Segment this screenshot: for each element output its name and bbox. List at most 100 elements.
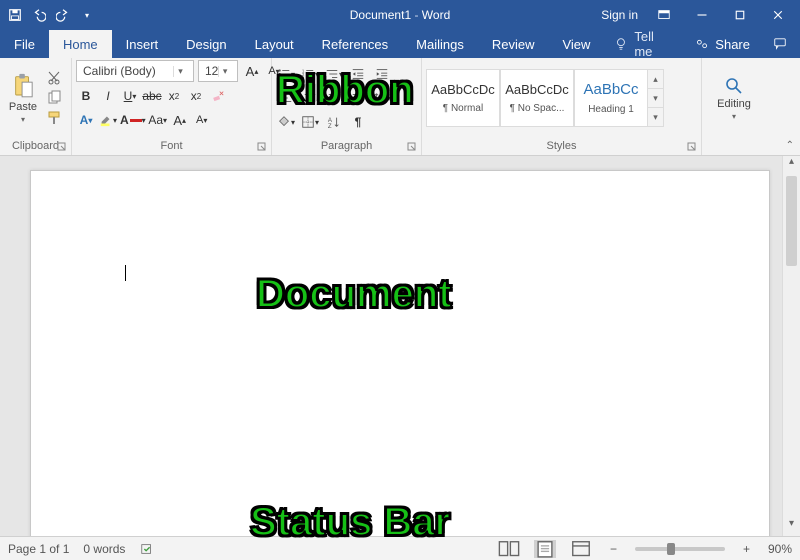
save-icon[interactable] <box>8 8 22 22</box>
print-layout-button[interactable] <box>534 540 556 558</box>
sort-button[interactable]: AZ <box>324 112 344 132</box>
paste-label: Paste <box>9 101 37 113</box>
text-effects-button[interactable]: A▾ <box>76 110 96 130</box>
change-case-button[interactable]: Aa▾ <box>148 110 168 130</box>
tab-mailings[interactable]: Mailings <box>402 30 478 58</box>
page-indicator[interactable]: Page 1 of 1 <box>8 542 69 556</box>
zoom-level[interactable]: 90% <box>768 542 792 556</box>
chevron-down-icon[interactable]: ▾ <box>648 88 663 107</box>
numbering-button[interactable]: 123▾ <box>300 64 320 84</box>
bullets-button[interactable]: ▾ <box>276 64 296 84</box>
undo-icon[interactable] <box>32 8 46 22</box>
group-label-paragraph: Paragraph <box>272 138 421 155</box>
ribbon: Paste ▾ Clipboard <box>0 58 800 156</box>
font-size-selector[interactable]: 12 ▾ <box>198 60 238 82</box>
svg-text:Z: Z <box>328 123 332 129</box>
redo-icon[interactable] <box>56 8 70 22</box>
comments-button[interactable] <box>760 30 800 58</box>
bold-button[interactable]: B <box>76 86 96 106</box>
subscript-button[interactable]: x2 <box>164 86 184 106</box>
justify-button[interactable] <box>348 88 368 108</box>
dialog-launcher-icon[interactable] <box>257 142 267 152</box>
format-painter-icon[interactable] <box>46 110 62 126</box>
dialog-launcher-icon[interactable] <box>407 142 417 152</box>
styles-gallery-scroll[interactable]: ▴ ▾ ▾ <box>648 69 664 127</box>
scroll-thumb[interactable] <box>786 176 797 266</box>
borders-button[interactable]: ▾ <box>300 112 320 132</box>
style-normal[interactable]: AaBbCcDc ¶ Normal <box>426 69 500 127</box>
quick-access-toolbar: ▾ <box>0 8 102 22</box>
increase-indent-button[interactable] <box>372 64 392 84</box>
align-left-button[interactable] <box>276 88 296 108</box>
tab-design[interactable]: Design <box>172 30 240 58</box>
cut-icon[interactable] <box>46 70 62 86</box>
superscript-button[interactable]: x2 <box>186 86 206 106</box>
multilevel-list-button[interactable]: ▾ <box>324 64 344 84</box>
line-spacing-button[interactable]: ▾ <box>372 88 392 108</box>
close-button[interactable] <box>766 3 790 27</box>
read-mode-button[interactable] <box>498 540 520 558</box>
align-right-button[interactable] <box>324 88 344 108</box>
shrink-font-button-2[interactable]: A▾ <box>192 110 212 130</box>
copy-icon[interactable] <box>46 90 62 106</box>
underline-button[interactable]: U▾ <box>120 86 140 106</box>
tab-home[interactable]: Home <box>49 30 112 58</box>
font-name-selector[interactable]: Calibri (Body) ▾ <box>76 60 194 82</box>
tab-references[interactable]: References <box>308 30 402 58</box>
shading-button[interactable]: ▾ <box>276 112 296 132</box>
proofing-icon[interactable] <box>139 542 155 556</box>
dialog-launcher-icon[interactable] <box>57 142 67 152</box>
zoom-slider-knob[interactable] <box>667 543 675 555</box>
style-no-spacing[interactable]: AaBbCcDc ¶ No Spac... <box>500 69 574 127</box>
grow-font-button[interactable]: A▴ <box>242 61 262 81</box>
zoom-slider[interactable] <box>635 547 725 551</box>
tab-layout[interactable]: Layout <box>241 30 308 58</box>
group-paragraph: ▾ 123▾ ▾ ▾ ▾ ▾ AZ ¶ <box>272 58 422 155</box>
paste-button[interactable]: Paste ▾ <box>4 73 42 124</box>
styles-more-icon[interactable]: ▾ <box>648 107 663 126</box>
tab-file[interactable]: File <box>0 30 49 58</box>
document-page[interactable] <box>30 170 770 536</box>
ribbon-display-options-icon[interactable] <box>652 3 676 27</box>
clear-formatting-icon[interactable] <box>208 86 228 106</box>
share-button[interactable]: Share <box>685 30 760 58</box>
font-size-value: 12 <box>205 64 218 78</box>
tab-view[interactable]: View <box>548 30 604 58</box>
strikethrough-button[interactable]: abc <box>142 86 162 106</box>
sign-in-link[interactable]: Sign in <box>601 8 638 22</box>
maximize-button[interactable] <box>728 3 752 27</box>
editing-button[interactable]: Editing ▾ <box>717 76 751 121</box>
tab-insert[interactable]: Insert <box>112 30 173 58</box>
vertical-scrollbar[interactable]: ▴ ▾ <box>782 156 800 536</box>
share-icon <box>695 37 709 51</box>
italic-button[interactable]: I <box>98 86 118 106</box>
dialog-launcher-icon[interactable] <box>687 142 697 152</box>
qat-customize-icon[interactable]: ▾ <box>80 8 94 22</box>
style-heading-1[interactable]: AaBbCc Heading 1 <box>574 69 648 127</box>
group-label-clipboard: Clipboard <box>0 138 71 155</box>
highlight-button[interactable]: ▾ <box>98 110 118 130</box>
decrease-indent-button[interactable] <box>348 64 368 84</box>
tab-review[interactable]: Review <box>478 30 549 58</box>
chevron-up-icon[interactable]: ▴ <box>648 70 663 88</box>
editing-label: Editing <box>717 98 751 110</box>
grow-font-button-2[interactable]: A▴ <box>170 110 190 130</box>
tell-me-search[interactable]: Tell me <box>604 30 685 58</box>
scroll-down-icon[interactable]: ▾ <box>783 518 800 536</box>
scroll-up-icon[interactable]: ▴ <box>783 156 800 174</box>
find-icon <box>724 76 744 96</box>
font-color-button[interactable]: A▾ <box>120 110 146 130</box>
word-count[interactable]: 0 words <box>83 542 125 556</box>
align-center-button[interactable] <box>300 88 320 108</box>
zoom-out-button[interactable]: − <box>606 542 621 556</box>
show-paragraph-marks-button[interactable]: ¶ <box>348 112 368 132</box>
collapse-ribbon-icon[interactable]: ⌃ <box>786 140 794 151</box>
group-styles: AaBbCcDc ¶ Normal AaBbCcDc ¶ No Spac... … <box>422 58 702 155</box>
group-font: Calibri (Body) ▾ 12 ▾ A▴ A▾ B I U▾ abc x… <box>72 58 272 155</box>
web-layout-button[interactable] <box>570 540 592 558</box>
minimize-button[interactable] <box>690 3 714 27</box>
lightbulb-icon <box>614 37 628 51</box>
group-label-font: Font <box>72 138 271 155</box>
app-name: Word <box>422 8 450 22</box>
zoom-in-button[interactable]: + <box>739 542 754 556</box>
